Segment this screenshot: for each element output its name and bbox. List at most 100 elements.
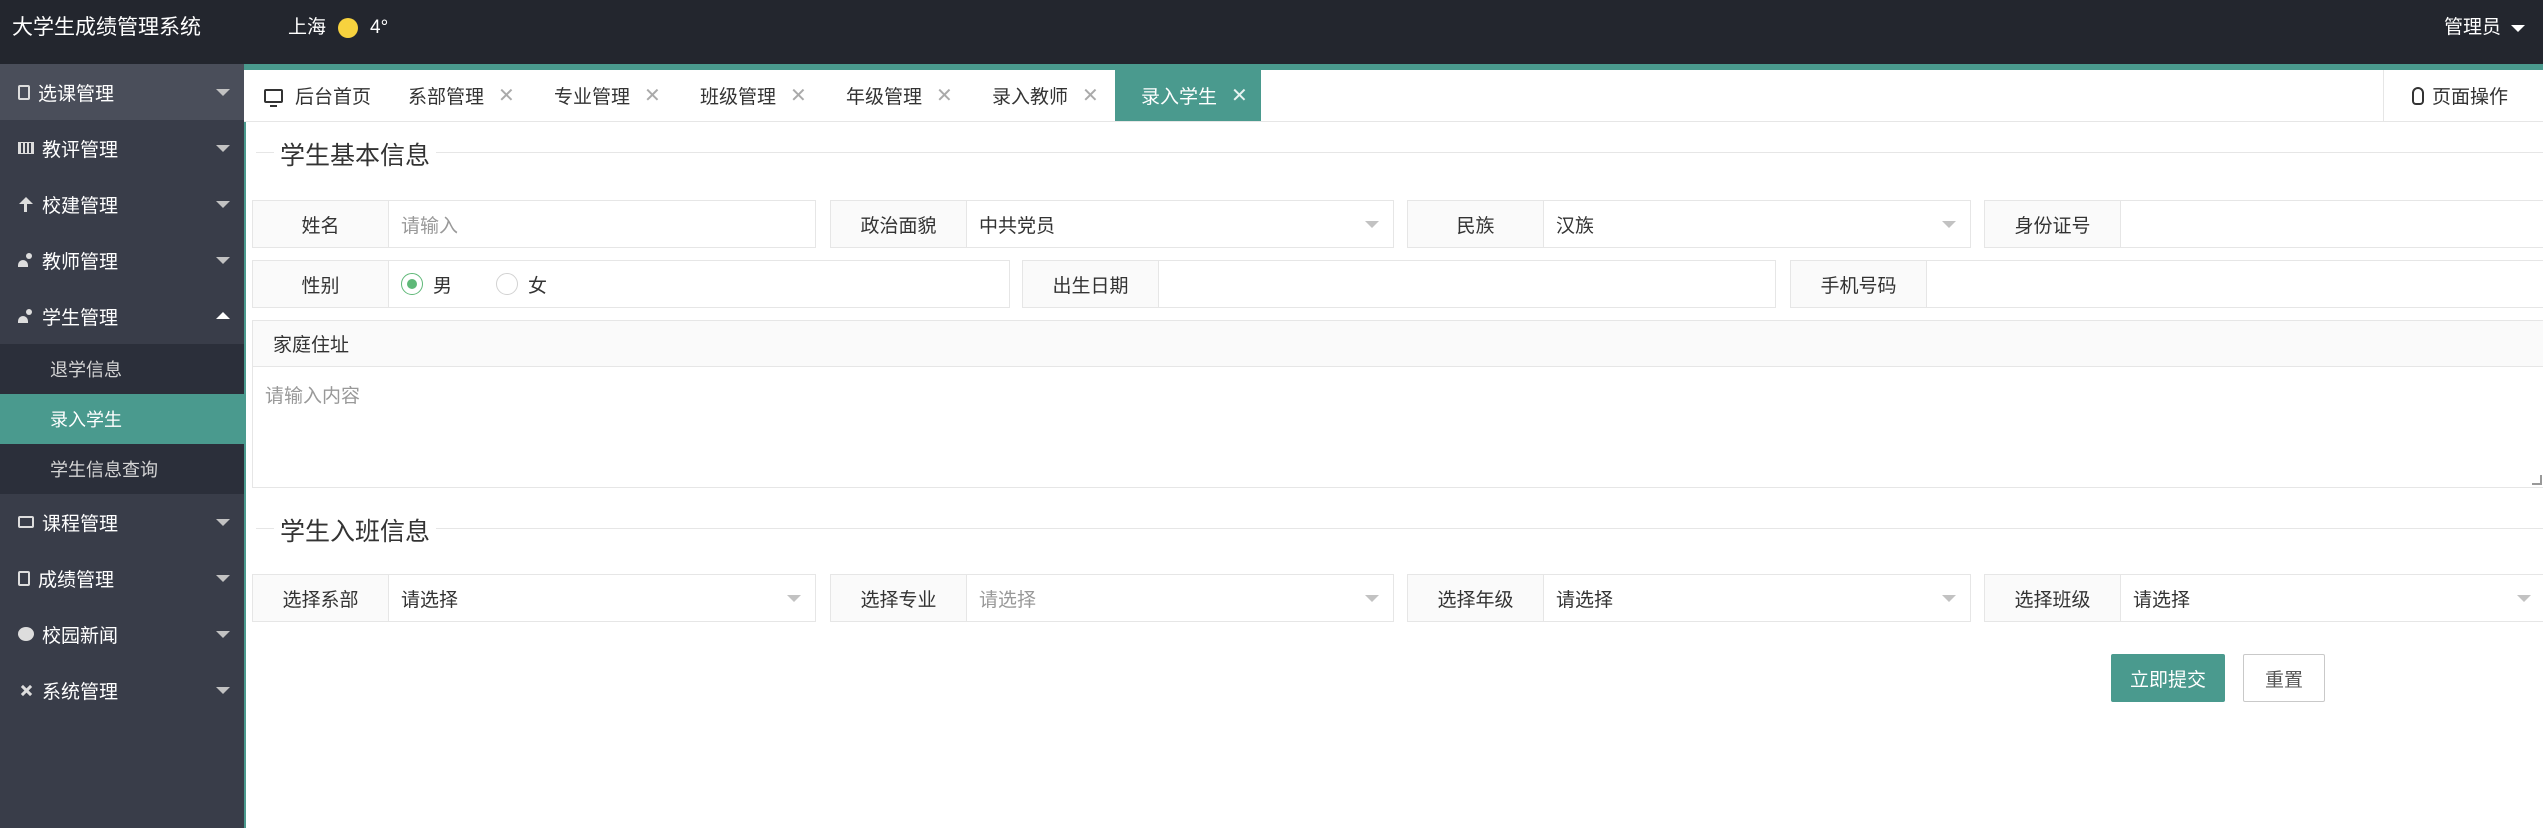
tools-icon xyxy=(18,682,34,698)
tab-majors[interactable]: 专业管理 ✕ xyxy=(554,70,661,121)
close-icon[interactable]: ✕ xyxy=(936,83,953,108)
field-label: 政治面貌 xyxy=(831,201,967,247)
gender-male-option[interactable]: 男 xyxy=(401,271,452,298)
book-icon xyxy=(18,516,34,528)
tab-label: 录入教师 xyxy=(992,87,1069,108)
grade-select[interactable]: 请选择 xyxy=(1544,575,1970,621)
reset-button[interactable]: 重置 xyxy=(2243,654,2325,702)
field-label: 选择专业 xyxy=(831,575,967,621)
field-label: 手机号码 xyxy=(1791,261,1927,307)
hand-pointer-icon xyxy=(2412,86,2424,105)
section-class-info: 学生入班信息 xyxy=(246,498,2543,548)
chevron-down-icon xyxy=(216,201,230,208)
select-value: 请选择 xyxy=(979,589,1037,611)
class-field: 选择班级 请选择 xyxy=(1984,574,2543,622)
tab-add-teacher[interactable]: 录入教师 ✕ xyxy=(992,70,1099,121)
name-input[interactable]: 请输入 xyxy=(389,201,815,247)
chevron-down-icon xyxy=(216,631,230,638)
app-title: 大学生成绩管理系统 xyxy=(12,16,201,39)
close-icon[interactable]: ✕ xyxy=(498,83,515,108)
sidebar-item-campus-build[interactable]: 校建管理 xyxy=(0,176,244,232)
sidebar-item-students[interactable]: 学生管理 xyxy=(0,288,244,344)
tab-label: 系部管理 xyxy=(408,87,485,108)
sidebar-item-label: 选课管理 xyxy=(38,83,115,105)
sidebar-item-system[interactable]: 系统管理 xyxy=(0,662,244,718)
select-value: 中共党员 xyxy=(979,215,1056,237)
tab-home[interactable]: 后台首页 xyxy=(264,70,371,121)
weather-widget: 上海 4° xyxy=(288,14,388,42)
tab-label: 后台首页 xyxy=(295,87,372,108)
tab-grades[interactable]: 年级管理 ✕ xyxy=(846,70,953,121)
user-menu[interactable]: 管理员 xyxy=(2444,14,2525,42)
resize-handle-icon[interactable] xyxy=(2532,475,2542,485)
tab-classes[interactable]: 班级管理 ✕ xyxy=(700,70,807,121)
birthdate-input[interactable] xyxy=(1159,261,1775,307)
field-label: 性别 xyxy=(253,261,389,307)
tab-departments[interactable]: 系部管理 ✕ xyxy=(408,70,515,121)
select-value: 请选择 xyxy=(1556,589,1614,611)
document-icon xyxy=(18,84,30,100)
sidebar-item-label: 课程管理 xyxy=(42,513,119,535)
sidebar-subitem-student-query[interactable]: 学生信息查询 xyxy=(0,444,244,494)
sidebar-item-label: 教评管理 xyxy=(42,139,119,161)
sidebar-item-teachers[interactable]: 教师管理 xyxy=(0,232,244,288)
chevron-down-icon xyxy=(216,145,230,152)
weather-temperature: 4° xyxy=(370,17,389,38)
page-operations-button[interactable]: 页面操作 xyxy=(2383,70,2543,121)
sidebar-item-courses[interactable]: 课程管理 xyxy=(0,494,244,550)
field-label: 选择班级 xyxy=(1985,575,2121,621)
field-label: 民族 xyxy=(1408,201,1544,247)
main-content: 学生基本信息 姓名 请输入 政治面貌 中共党员 民族 汉族 身份证号 性别 男 xyxy=(244,122,2543,828)
field-label: 身份证号 xyxy=(1985,201,2121,247)
close-icon[interactable]: ✕ xyxy=(644,83,661,108)
ethnic-select[interactable]: 汉族 xyxy=(1544,201,1970,247)
chat-icon xyxy=(18,627,34,641)
chevron-down-icon xyxy=(216,257,230,264)
section-title: 学生基本信息 xyxy=(274,136,437,172)
sidebar-subitem-dropout[interactable]: 退学信息 xyxy=(0,344,244,394)
sidebar-item-label: 系统管理 xyxy=(42,681,119,703)
grade-field: 选择年级 请选择 xyxy=(1407,574,1971,622)
grid-icon xyxy=(18,142,34,154)
close-icon[interactable]: ✕ xyxy=(790,83,807,108)
gender-radio-group: 男 女 xyxy=(389,261,1009,307)
address-textarea[interactable]: 请输入内容 xyxy=(253,367,2543,487)
chevron-down-icon xyxy=(2511,24,2525,32)
sidebar-item-news[interactable]: 校园新闻 xyxy=(0,606,244,662)
tab-add-student[interactable]: 录入学生 ✕ xyxy=(1115,70,1261,121)
department-select[interactable]: 请选择 xyxy=(389,575,815,621)
select-value: 汉族 xyxy=(1556,215,1595,237)
field-label: 家庭住址 xyxy=(253,321,2543,367)
radio-checked[interactable] xyxy=(401,273,423,295)
sidebar: 选课管理 教评管理 校建管理 教师管理 学生管理 退学信息 录入学生 学生信息查… xyxy=(0,64,244,828)
class-select[interactable]: 请选择 xyxy=(2121,575,2543,621)
sidebar-subitem-add-student[interactable]: 录入学生 xyxy=(0,394,244,444)
sidebar-item-grades[interactable]: 成绩管理 xyxy=(0,550,244,606)
submit-button[interactable]: 立即提交 xyxy=(2111,654,2225,702)
sidebar-item-course-selection[interactable]: 选课管理 xyxy=(0,64,244,120)
field-label: 选择系部 xyxy=(253,575,389,621)
users-icon xyxy=(18,252,34,268)
tab-label: 专业管理 xyxy=(554,87,631,108)
phone-input[interactable] xyxy=(1927,261,2543,307)
sun-icon xyxy=(338,18,359,38)
radio-unchecked[interactable] xyxy=(496,273,519,295)
id-number-field: 身份证号 xyxy=(1984,200,2543,248)
field-label: 姓名 xyxy=(253,201,389,247)
chevron-down-icon xyxy=(1942,221,1956,228)
users-icon xyxy=(18,308,34,324)
politics-select[interactable]: 中共党员 xyxy=(967,201,1393,247)
chevron-up-icon xyxy=(216,312,230,319)
close-icon[interactable]: ✕ xyxy=(1231,83,1248,108)
ethnic-field: 民族 汉族 xyxy=(1407,200,1971,248)
id-number-input[interactable] xyxy=(2121,201,2543,247)
major-select[interactable]: 请选择 xyxy=(967,575,1393,621)
section-divider xyxy=(256,528,2543,529)
gender-field: 性别 男 女 xyxy=(252,260,1010,308)
chevron-down-icon xyxy=(216,519,230,526)
gender-female-option[interactable]: 女 xyxy=(496,271,547,298)
sidebar-item-label: 成绩管理 xyxy=(38,569,115,591)
close-icon[interactable]: ✕ xyxy=(1082,83,1099,108)
sidebar-item-teaching-eval[interactable]: 教评管理 xyxy=(0,120,244,176)
phone-field: 手机号码 xyxy=(1790,260,2543,308)
